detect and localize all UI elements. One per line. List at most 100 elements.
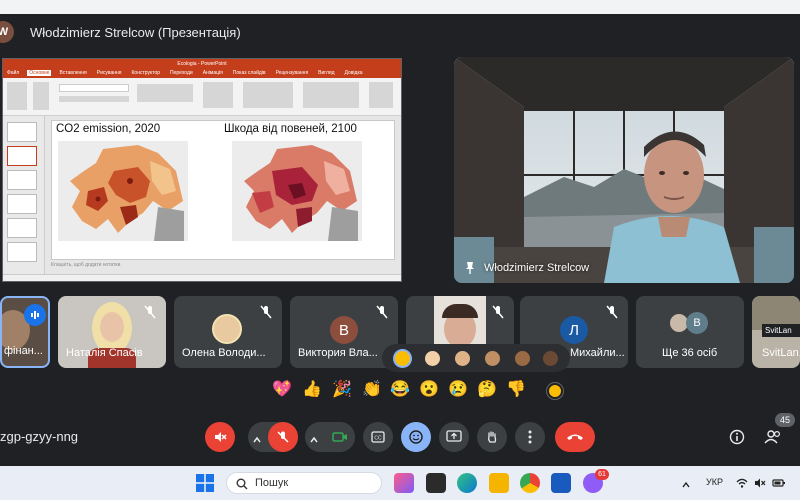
hand-icon: [488, 431, 497, 443]
slide-thumbnail[interactable]: [7, 194, 37, 214]
ribbon-tab[interactable]: Анімація: [201, 70, 225, 76]
participant-tooltip: SvitLan: [762, 324, 800, 337]
leave-call-button[interactable]: [555, 422, 595, 452]
more-options-button[interactable]: [515, 422, 545, 452]
tray-chevron-icon[interactable]: [681, 477, 691, 488]
svg-text:CC: CC: [374, 436, 382, 442]
participant-tile[interactable]: SvitLan SvitLan...: [752, 296, 800, 368]
slide-thumbnail[interactable]: [7, 170, 37, 190]
ribbon-tab[interactable]: Довідка: [343, 70, 365, 76]
more-vert-icon: [528, 430, 532, 444]
camera-options-chevron-icon[interactable]: [309, 432, 319, 443]
mic-options-chevron-icon[interactable]: [252, 432, 262, 443]
ribbon-tab[interactable]: Переходи: [168, 70, 195, 76]
mic-toggle-button[interactable]: [268, 422, 298, 452]
participant-initial-avatar: В: [686, 312, 708, 334]
participant-name: Наталія Спасів: [66, 347, 143, 359]
speaker-video: [454, 57, 794, 283]
slide-heading-right: Шкода від повеней, 2100: [224, 123, 357, 135]
camera-toggle-button[interactable]: [325, 422, 355, 452]
captions-icon: CC: [371, 431, 385, 443]
participant-tile[interactable]: Наталія Спасів: [58, 296, 166, 368]
participant-name: Виктория Вла...: [298, 347, 378, 359]
slide-thumbnail[interactable]: [7, 122, 37, 142]
active-speaker-tile[interactable]: Włodzimierz Strelcow: [454, 57, 794, 283]
more-participants-tile[interactable]: В Ще 36 осіб: [636, 296, 744, 368]
ribbon-tab[interactable]: Вставлення: [57, 70, 88, 76]
slide-thumbnail[interactable]: [7, 242, 37, 262]
hang-up-icon: [567, 434, 583, 440]
reaction-sad[interactable]: 😢: [448, 380, 468, 400]
skin-tone-option[interactable]: [395, 351, 410, 366]
skin-tone-option[interactable]: [425, 351, 440, 366]
meeting-info-button[interactable]: [722, 422, 752, 452]
participant-name: фінан...: [4, 345, 43, 357]
ribbon-tab-active[interactable]: Основне: [27, 70, 52, 76]
notes-placeholder[interactable]: Клацніть, щоб додати нотатки: [51, 262, 120, 268]
skin-tone-option[interactable]: [543, 351, 558, 366]
search-icon: [236, 478, 248, 490]
ribbon-tab[interactable]: Файл: [5, 70, 21, 76]
ribbon-tab[interactable]: Конструктор: [130, 70, 163, 76]
powerpoint-statusbar: [3, 274, 401, 281]
task-view-icon[interactable]: [426, 473, 446, 493]
reaction-thumbs-up[interactable]: 👍: [302, 380, 322, 400]
info-icon: [729, 429, 745, 445]
presenter-avatar: W: [0, 21, 14, 43]
reaction-laugh[interactable]: 😂: [390, 380, 410, 400]
mic-off-icon: [144, 305, 156, 319]
control-bar: zgp-gzyy-nng CC 45: [0, 406, 800, 466]
participant-tile[interactable]: Олена Володи...: [174, 296, 282, 368]
current-slide: CO2 emission, 2020 Шкода від повеней, 21…: [51, 120, 395, 260]
stop-audio-button[interactable]: [205, 422, 235, 452]
speaker-off-icon: [215, 432, 227, 442]
battery-icon[interactable]: [772, 476, 786, 488]
more-participants-label: Ще 36 осіб: [662, 347, 718, 359]
slide-thumbnail[interactable]: [7, 218, 37, 238]
chrome-browser-icon[interactable]: [520, 473, 540, 493]
participant-count-badge: 45: [775, 413, 795, 427]
slide-thumbnail-selected[interactable]: [7, 146, 37, 166]
skin-tone-option[interactable]: [485, 351, 500, 366]
participant-tile[interactable]: фінан...: [0, 296, 50, 368]
skin-tone-option[interactable]: [515, 351, 530, 366]
word-icon[interactable]: [551, 473, 571, 493]
copilot-icon[interactable]: [394, 473, 414, 493]
reaction-surprised[interactable]: 😮: [419, 380, 439, 400]
participant-initial-avatar: В: [330, 316, 358, 344]
reaction-party[interactable]: 🎉: [332, 380, 352, 400]
mic-off-icon: [492, 305, 504, 319]
mic-off-icon: [376, 305, 388, 319]
mic-off-icon: [277, 431, 289, 443]
edge-browser-icon[interactable]: [457, 473, 477, 493]
reaction-thinking[interactable]: 🤔: [477, 380, 497, 400]
captions-button[interactable]: CC: [363, 422, 393, 452]
windows-start-icon[interactable]: [196, 474, 214, 492]
shared-presentation[interactable]: Ecologia - PowerPoint Файл Основне Встав…: [2, 58, 402, 282]
ribbon-tab[interactable]: Рецензування: [274, 70, 311, 76]
present-button[interactable]: [439, 422, 469, 452]
skin-tone-option[interactable]: [455, 351, 470, 366]
windows-taskbar: Пошук 61 УКР: [0, 466, 800, 500]
reaction-heart[interactable]: 💖: [272, 380, 292, 400]
reaction-clap[interactable]: 👏: [362, 380, 382, 400]
volume-muted-icon[interactable]: [754, 476, 766, 488]
notification-badge: 61: [595, 469, 609, 480]
ribbon-tab[interactable]: Вигляд: [316, 70, 336, 76]
meet-window: W Włodzimierz Strelcow (Презентація) Eco…: [0, 0, 800, 500]
ribbon-tab[interactable]: Показ слайдів: [231, 70, 268, 76]
reaction-thumbs-down[interactable]: 👎: [506, 380, 526, 400]
slide-heading-left: CO2 emission, 2020: [56, 123, 161, 135]
present-screen-icon: [446, 430, 462, 442]
taskbar-search[interactable]: Пошук: [226, 472, 382, 494]
input-language[interactable]: УКР: [706, 477, 723, 487]
wifi-icon[interactable]: [736, 476, 748, 488]
meeting-header: W Włodzimierz Strelcow (Презентація): [0, 14, 800, 50]
reaction-skin-tone-selector: [382, 344, 570, 372]
raise-hand-button[interactable]: [477, 422, 507, 452]
reactions-button[interactable]: [401, 422, 431, 452]
ribbon-tab[interactable]: Рисування: [95, 70, 124, 76]
file-explorer-icon[interactable]: [489, 473, 509, 493]
skin-tone-toggle[interactable]: [547, 383, 563, 399]
pin-icon[interactable]: [463, 261, 477, 275]
